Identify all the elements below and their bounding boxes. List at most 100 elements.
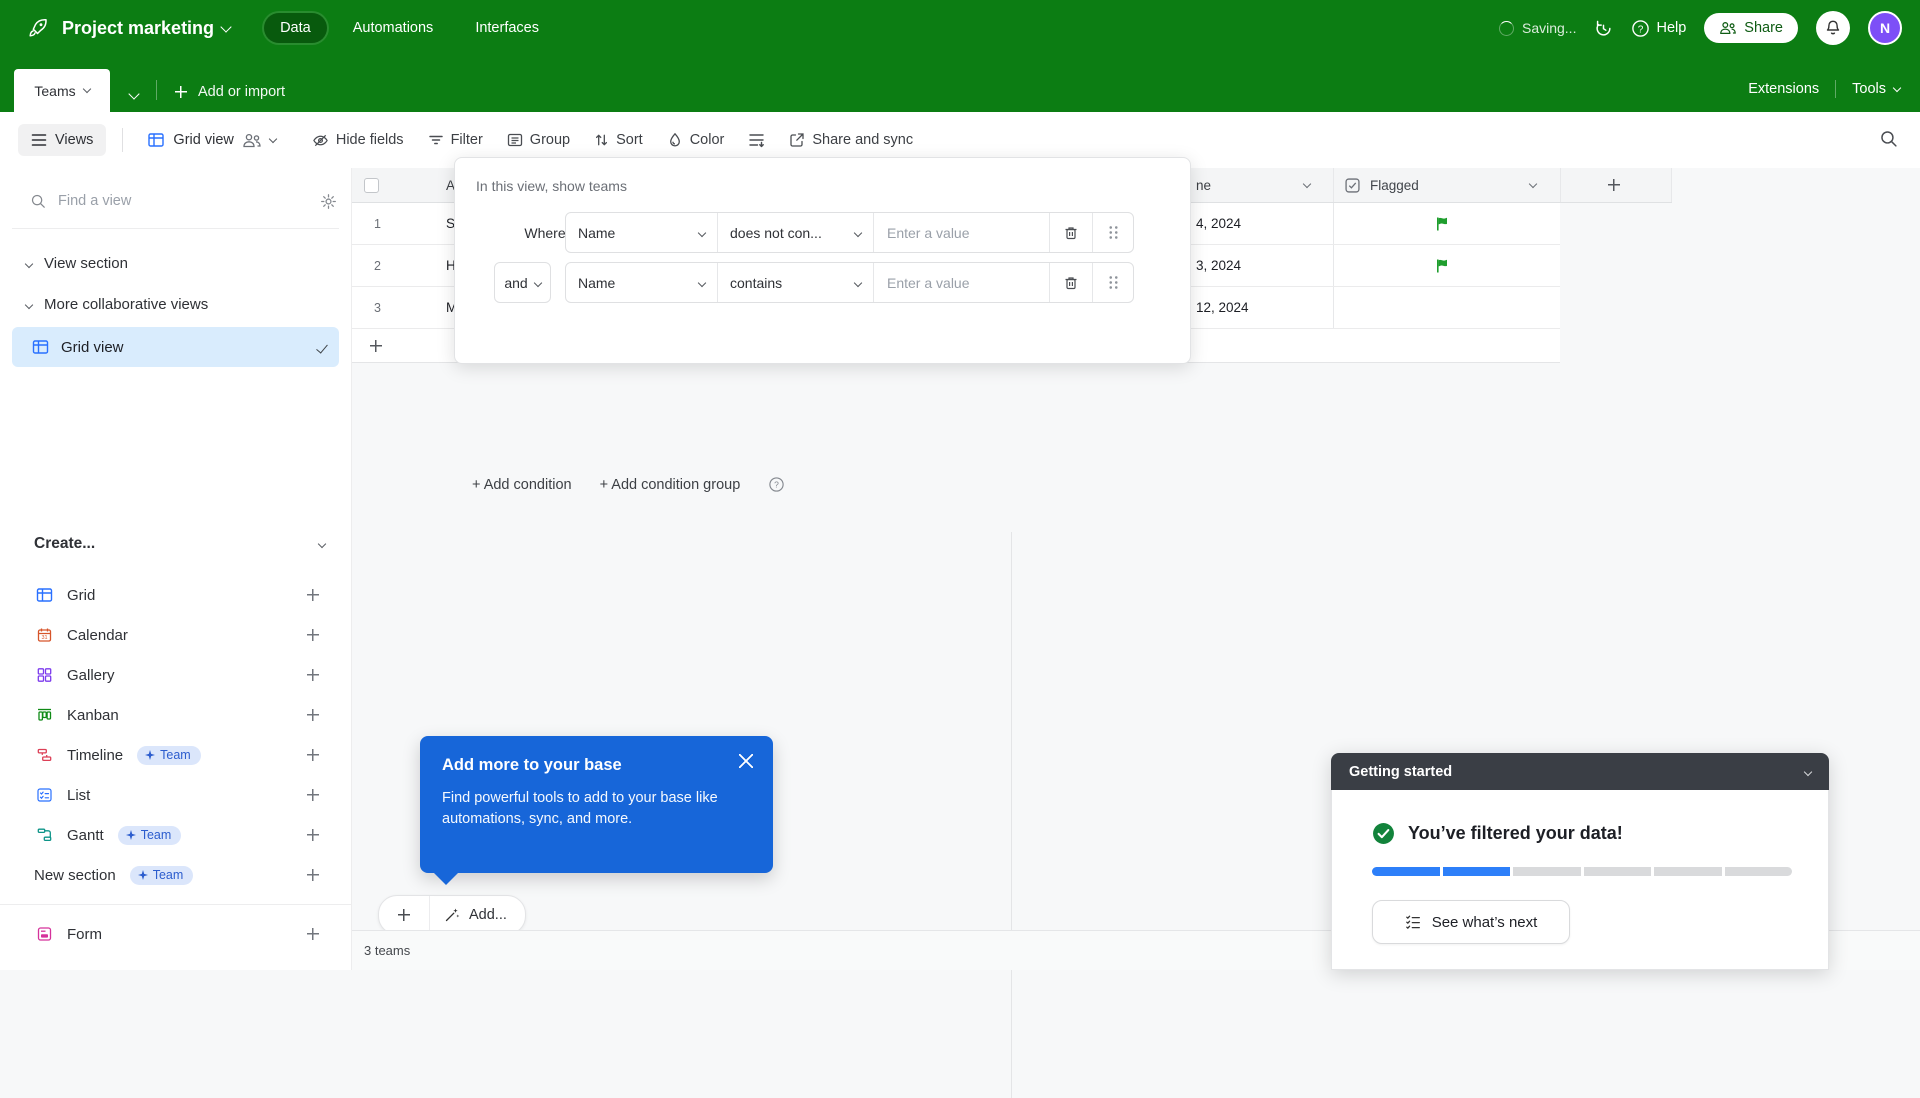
create-item-gallery[interactable]: Gallery [0,655,351,695]
drag-handle[interactable] [1093,213,1133,252]
add-condition-button[interactable]: + Add condition [472,477,572,493]
share-button[interactable]: Share [1704,13,1798,43]
column-header-flagged[interactable]: Flagged [1345,168,1419,202]
tab-list-chevron-icon[interactable] [128,88,140,100]
create-item-form[interactable]: Form [0,914,351,954]
magic-wand-icon [445,908,460,922]
column-header-flagged-chevron-icon[interactable] [1528,168,1538,202]
sort-button[interactable]: Sort [582,125,655,155]
avatar[interactable]: N [1868,11,1902,45]
svg-text:31: 31 [41,635,47,641]
see-whats-next-button[interactable]: See what’s next [1372,900,1570,944]
grid-view-button[interactable]: Grid view [137,125,285,155]
create-item-list[interactable]: List [0,775,351,815]
view-search[interactable]: Find a view [30,184,337,218]
add-view-button[interactable] [305,667,321,683]
extensions-button[interactable]: Extensions [1748,81,1819,97]
create-item-grid[interactable]: Grid [0,575,351,615]
create-item-new-section[interactable]: New section Team [0,855,351,895]
create-item-timeline[interactable]: Timeline Team [0,735,351,775]
app-header: Project marketing Data Automations Inter… [0,0,1920,56]
base-menu-chevron-icon[interactable] [220,20,232,33]
add-view-button[interactable] [305,627,321,643]
cell-date[interactable]: 4, 2024 [1196,203,1241,244]
filter-panel-title: In this view, show teams [476,178,627,194]
divider [1835,80,1837,98]
cell-date[interactable]: 12, 2024 [1196,287,1249,328]
chevron-down-icon [24,300,34,309]
create-item-gantt[interactable]: Gantt Team [0,815,351,855]
add-view-button[interactable] [305,827,321,843]
delete-condition-button[interactable] [1050,263,1093,302]
plus-icon [368,338,384,354]
getting-started-panel: Getting started You’ve filtered your dat… [1331,753,1829,970]
history-icon[interactable] [1594,19,1613,38]
record-count: 3 teams [364,943,411,958]
notifications-button[interactable] [1816,11,1850,45]
flag-icon[interactable] [1434,203,1450,244]
gear-icon[interactable] [320,193,337,210]
column-header-date[interactable]: ne [1196,168,1211,202]
tooltip-title: Add more to your base [442,756,622,774]
tab-automations[interactable]: Automations [337,13,450,43]
bell-icon [1826,20,1840,35]
add-field-button[interactable] [1606,177,1622,193]
group-button[interactable]: Group [495,125,582,155]
create-item-calendar[interactable]: 31 Calendar [0,615,351,655]
tab-interfaces[interactable]: Interfaces [459,13,555,43]
add-record-button[interactable] [379,896,430,934]
field-select[interactable]: Name [566,263,718,302]
column-header-date-chevron-icon[interactable] [1302,168,1312,202]
grid-view-icon [148,133,165,147]
cell-date[interactable]: 3, 2024 [1196,245,1241,286]
add-view-button[interactable] [305,587,321,603]
filter-panel-footer: + Add condition + Add condition group ? [472,476,785,493]
views-button[interactable]: Views [18,124,107,156]
create-item-kanban[interactable]: Kanban [0,695,351,735]
delete-condition-button[interactable] [1050,213,1093,252]
hide-fields-button[interactable]: Hide fields [300,125,416,156]
tools-button[interactable]: Tools [1852,81,1902,97]
filter-button[interactable]: Filter [416,125,495,155]
plus-icon [173,84,189,100]
conjunction-select[interactable]: and [494,262,551,303]
operator-select[interactable]: contains [718,263,874,302]
operator-select[interactable]: does not con... [718,213,874,252]
sort-icon [596,134,608,146]
sidebar-item-grid-view[interactable]: Grid view [12,327,339,367]
checklist-icon [1405,915,1420,929]
drag-handle[interactable] [1093,263,1133,302]
view-section-header[interactable]: View section [24,255,351,272]
tab-teams[interactable]: Teams [14,69,110,112]
help-circle-icon[interactable]: ? [768,476,785,493]
row-height-button[interactable] [736,125,777,155]
add-with-ai-button[interactable]: Add... [430,896,525,934]
chevron-down-icon [317,539,327,549]
field-select[interactable]: Name [566,213,718,252]
people-icon [1720,22,1737,35]
select-all-checkbox[interactable] [364,168,379,202]
help-button[interactable]: ? Help [1631,19,1686,38]
add-view-button[interactable] [305,787,321,803]
color-button[interactable]: Color [655,125,737,155]
rocket-logo-icon[interactable] [26,16,50,40]
close-icon[interactable] [739,754,753,768]
add-view-button[interactable] [305,747,321,763]
sparkle-icon [125,830,136,840]
getting-started-header[interactable]: Getting started [1331,753,1829,790]
primary-column-divider [1011,532,1012,1098]
add-view-button[interactable] [305,867,321,883]
add-view-button[interactable] [305,707,321,723]
flag-icon[interactable] [1434,245,1450,286]
add-or-import-button[interactable]: Add or import [173,84,285,102]
share-and-sync-button[interactable]: Share and sync [777,125,925,155]
tab-data[interactable]: Data [264,13,327,43]
progress-bar [1372,867,1792,876]
add-condition-group-button[interactable]: + Add condition group [600,477,741,493]
search-button[interactable] [1879,129,1898,152]
table-tab-bar: Teams Add or import Extensions Tools [0,56,1920,112]
table-menu-chevron-icon [82,84,91,94]
create-section-header[interactable]: Create... [34,535,327,553]
add-view-button[interactable] [305,926,321,942]
collaborative-views-header[interactable]: More collaborative views [24,296,351,313]
